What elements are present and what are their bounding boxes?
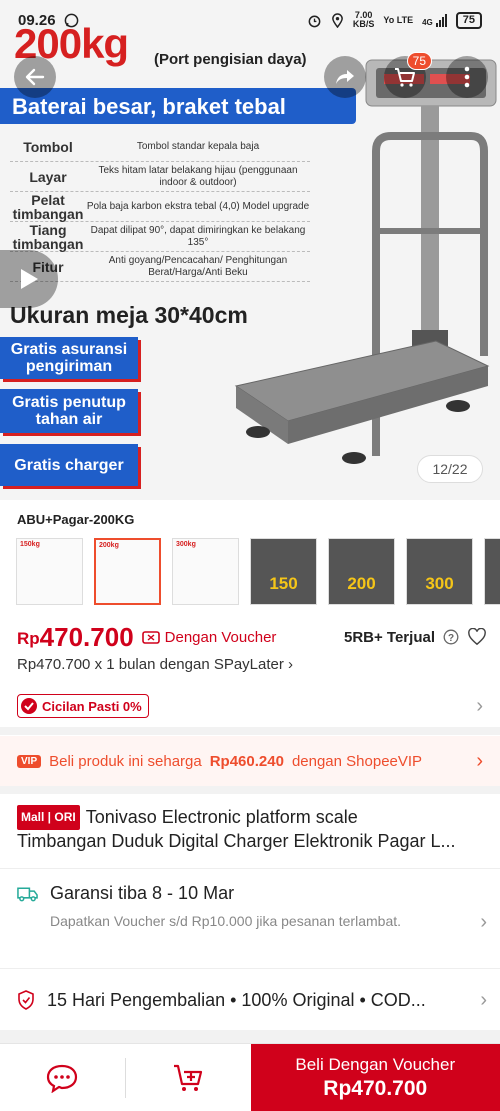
variant-thumb[interactable] [484, 538, 500, 605]
sold-count: 5RB+ Terjual ? [344, 628, 487, 646]
chevron-right-icon: › [288, 656, 294, 673]
product-title: Mall | ORI Tonivaso Electronic platform s… [17, 805, 456, 851]
image-counter: 12/22 [417, 455, 483, 483]
volte-indicator: Yo LTE [383, 15, 414, 25]
platform-scale-image [234, 59, 497, 464]
variant-thumbnails: 150kg 200kg 300kg 150 200 300 [16, 538, 500, 608]
cart-count-badge: 75 [406, 52, 432, 70]
chevron-right-icon: › [480, 988, 487, 1011]
play-video-button[interactable] [0, 250, 58, 308]
share-button[interactable] [324, 56, 366, 98]
add-to-cart-icon [174, 1064, 203, 1091]
bottom-action-bar: Beli Dengan Voucher Rp470.700 [0, 1043, 500, 1111]
play-icon [21, 269, 38, 289]
section-divider [0, 786, 500, 794]
add-to-cart-button[interactable] [126, 1044, 251, 1111]
selected-variant-label: ABU+Pagar-200KG [17, 512, 135, 527]
divider [0, 868, 500, 869]
variant-thumb[interactable]: 150 [250, 538, 317, 605]
more-options-button[interactable] [446, 56, 488, 98]
heart-icon[interactable] [467, 628, 487, 646]
return-policy-row[interactable]: 15 Hari Pengembalian • 100% Original • C… [17, 986, 487, 1014]
chat-button[interactable] [0, 1044, 125, 1111]
status-time: 09.26 [18, 11, 56, 29]
price-currency: Rp [17, 629, 40, 648]
perk-charger: Gratis charger [0, 444, 138, 486]
divider [0, 968, 500, 969]
hero-size-label: Ukuran meja 30*40cm [10, 302, 248, 328]
check-badge-icon [21, 698, 37, 714]
price-amount: 470.700 [39, 621, 134, 652]
arrow-left-icon [25, 68, 45, 86]
chevron-right-icon: › [476, 694, 483, 717]
back-button[interactable] [14, 56, 56, 98]
variant-thumb[interactable]: 200 [328, 538, 395, 605]
price-row: Rp 470.700 Dengan Voucher 5RB+ Terjual ? [17, 621, 487, 653]
svg-text:?: ? [448, 633, 454, 644]
perk-insurance: Gratis asuransi pengiriman [0, 337, 138, 379]
chat-icon [47, 1064, 78, 1093]
signal-icon: 4G [422, 13, 447, 27]
variant-thumb[interactable]: 300 [406, 538, 473, 605]
variant-thumb-selected[interactable]: 200kg [94, 538, 161, 605]
share-arrow-icon [336, 70, 354, 84]
vip-icon: VIP [17, 754, 42, 768]
cart-button[interactable]: 75 [384, 52, 432, 98]
mall-ori-badge: Mall | ORI [17, 805, 80, 830]
truck-icon [17, 887, 38, 901]
whatsapp-icon [64, 13, 78, 27]
alarm-icon [308, 15, 321, 27]
variant-thumb[interactable]: 150kg [16, 538, 83, 605]
shopee-vip-row[interactable]: VIP Beli produk ini seharga Rp460.240 de… [0, 736, 500, 786]
section-divider [0, 727, 500, 735]
location-icon [332, 12, 343, 28]
shipping-guarantee-row[interactable]: Garansi tiba 8 - 10 Mar Dapatkan Voucher… [17, 883, 487, 933]
voucher-tag[interactable]: Dengan Voucher [141, 629, 276, 646]
battery-indicator: 75 [455, 11, 482, 29]
network-speed: 7.00 KB/S [352, 10, 375, 29]
cicilan-row[interactable]: Cicilan Pasti 0% › [0, 688, 500, 724]
perk-cover: Gratis penutup tahan air [0, 389, 138, 433]
status-bar: 09.26 7.00 KB/S Yo LTE 4G 75 [0, 0, 500, 40]
product-image-carousel[interactable]: 09.26 7.00 KB/S Yo LTE 4G 75 200kg (Port… [0, 0, 500, 500]
more-vertical-icon [464, 66, 470, 88]
help-circle-icon[interactable]: ? [443, 629, 459, 645]
variant-thumb[interactable]: 300kg [172, 538, 239, 605]
shield-check-icon [18, 990, 34, 1010]
buy-with-voucher-button[interactable]: Beli Dengan Voucher Rp470.700 [250, 1044, 500, 1111]
spaylater-link[interactable]: Rp470.700 x 1 bulan dengan SPayLater › [17, 656, 293, 673]
chevron-right-icon: › [480, 911, 487, 933]
chevron-right-icon: › [476, 749, 483, 772]
voucher-icon [141, 630, 160, 644]
cicilan-badge: Cicilan Pasti 0% [17, 694, 149, 718]
section-divider [0, 1030, 500, 1043]
